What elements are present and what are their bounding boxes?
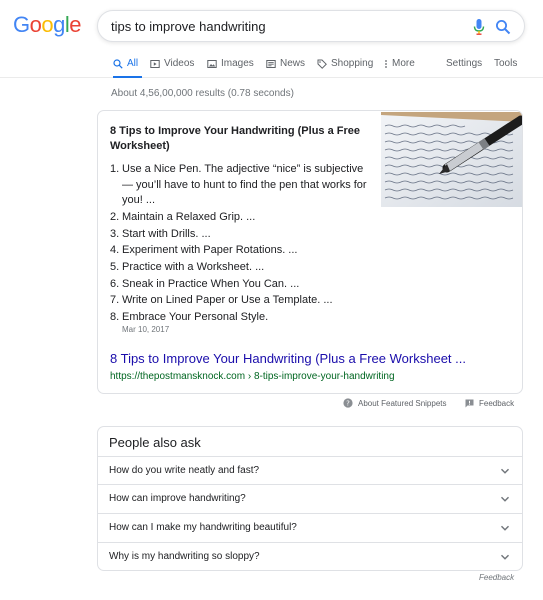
- list-item: 6. Sneak in Practice When You Can. ...: [110, 277, 370, 293]
- search-icon: [113, 58, 123, 69]
- tab-label: News: [280, 58, 306, 69]
- tab-label: Shopping: [331, 58, 374, 69]
- logo-letter: o: [29, 12, 42, 37]
- search-box[interactable]: tips to improve handwriting: [97, 10, 525, 42]
- mic-icon[interactable]: [472, 18, 486, 36]
- featured-snippet: 8 Tips to Improve Your Handwriting (Plus…: [97, 110, 523, 394]
- tab-label: More: [392, 58, 415, 69]
- list-item: 2. Maintain a Relaxed Grip. ...: [110, 210, 370, 226]
- tab-label: Images: [221, 58, 254, 69]
- item-text: Experiment with Paper Rotations. ...: [122, 244, 298, 257]
- more-icon: [385, 59, 387, 68]
- google-logo[interactable]: Google: [13, 12, 82, 38]
- item-text: Sneak in Practice When You Can. ...: [122, 277, 300, 290]
- item-text: Use a Nice Pen. The adjective “nice” is …: [122, 163, 367, 207]
- chevron-down-icon: [500, 525, 510, 531]
- question-text: How do you write neatly and fast?: [109, 465, 260, 476]
- question-text: How can I make my handwriting beautiful?: [109, 522, 297, 533]
- tab-shopping[interactable]: Shopping: [317, 58, 373, 69]
- tab-label: Videos: [164, 58, 195, 69]
- tab-images[interactable]: Images: [207, 58, 254, 69]
- item-text: Embrace Your Personal Style.: [122, 311, 269, 323]
- logo-letter: g: [53, 12, 65, 37]
- feedback-icon: [465, 399, 474, 407]
- tab-more[interactable]: More: [384, 58, 415, 69]
- item-text: Start with Drills. ...: [122, 227, 211, 240]
- tab-label: All: [127, 58, 139, 69]
- question-text: Why is my handwriting so sloppy?: [109, 551, 260, 562]
- logo-letter: G: [13, 12, 30, 37]
- help-icon: ?: [343, 398, 353, 408]
- item-number: 6.: [110, 277, 120, 290]
- settings-link[interactable]: Settings: [446, 58, 482, 69]
- news-icon: [266, 59, 276, 68]
- list-item: 7. Write on Lined Paper or Use a Template…: [110, 293, 370, 309]
- item-number: 1.: [110, 163, 120, 175]
- paa-title: People also ask: [109, 435, 201, 450]
- chevron-down-icon: [500, 496, 510, 502]
- question-text: How can improve handwriting?: [109, 493, 246, 504]
- item-text: Write on Lined Paper or Use a Template. …: [122, 294, 333, 307]
- chevron-down-icon: [500, 468, 510, 474]
- paa-question[interactable]: Why is my handwriting so sloppy?: [98, 542, 522, 570]
- paa-question[interactable]: How do you write neatly and fast?: [98, 456, 522, 484]
- snippet-date: Mar 10, 2017: [122, 325, 170, 334]
- item-number: 8.: [110, 311, 120, 323]
- svg-text:?: ?: [346, 400, 350, 408]
- header: Google tips to improve handwriting: [0, 0, 543, 50]
- tag-icon: [317, 59, 327, 69]
- tab-videos[interactable]: Videos: [150, 58, 194, 69]
- item-text: Maintain a Relaxed Grip. ...: [122, 210, 256, 223]
- list-item: 3. Start with Drills. ...: [110, 227, 370, 243]
- chevron-down-icon: [500, 554, 510, 560]
- snippet-feedback[interactable]: Feedback: [465, 396, 514, 410]
- list-item: 5. Practice with a Worksheet. ...: [110, 260, 370, 276]
- tab-news[interactable]: News: [266, 58, 305, 69]
- result-title-link[interactable]: 8 Tips to Improve Your Handwriting (Plus…: [110, 351, 466, 366]
- item-number: 2.: [110, 210, 120, 223]
- about-label: About Featured Snippets: [358, 398, 447, 408]
- paa-feedback[interactable]: Feedback: [479, 573, 514, 582]
- logo-letter: o: [41, 12, 54, 37]
- item-text: Practice with a Worksheet. ...: [122, 260, 265, 273]
- list-item: 4. Experiment with Paper Rotations. ...: [110, 243, 370, 259]
- snippet-title: 8 Tips to Improve Your Handwriting (Plus…: [110, 125, 360, 152]
- search-tabs: All Videos Images News Shopping More Set…: [0, 50, 543, 78]
- item-number: 5.: [110, 260, 120, 273]
- paa-question[interactable]: How can I make my handwriting beautiful?: [98, 513, 522, 541]
- search-input[interactable]: tips to improve handwriting: [111, 19, 266, 34]
- search-icon[interactable]: [495, 19, 511, 35]
- active-tab-indicator: [113, 76, 142, 78]
- result-url[interactable]: https://thepostmansknock.com › 8-tips-im…: [110, 371, 395, 382]
- tab-all[interactable]: All: [113, 58, 138, 69]
- list-item: 1. Use a Nice Pen. The adjective “nice” i…: [110, 162, 370, 209]
- handwriting-image[interactable]: [381, 112, 523, 207]
- list-item: 8. Embrace Your Personal Style.: [110, 310, 370, 326]
- item-number: 7.: [110, 294, 120, 307]
- results-count: About 4,56,00,000 results (0.78 seconds): [111, 88, 294, 99]
- image-icon: [207, 59, 217, 68]
- people-also-ask: People also ask How do you write neatly …: [97, 426, 523, 571]
- logo-letter: e: [69, 12, 82, 37]
- paa-question[interactable]: How can improve handwriting?: [98, 484, 522, 512]
- tools-link[interactable]: Tools: [494, 58, 517, 69]
- feedback-label: Feedback: [479, 398, 515, 408]
- about-featured-snippets[interactable]: ? About Featured Snippets: [343, 396, 447, 410]
- video-icon: [150, 59, 160, 68]
- item-number: 4.: [110, 244, 120, 257]
- item-number: 3.: [110, 227, 120, 240]
- snippet-list: 1. Use a Nice Pen. The adjective “nice” i…: [110, 162, 370, 326]
